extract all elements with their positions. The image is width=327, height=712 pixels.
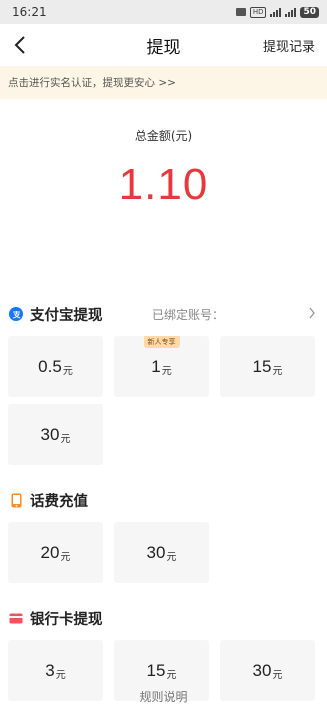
alipay-title: 支付宝提现 (30, 307, 103, 324)
amount-option[interactable]: 0.5 元 (8, 336, 103, 397)
status-bar: 16:21 HD 50 (0, 0, 327, 24)
chevron-left-icon (14, 36, 25, 54)
bank-card-section-header: 银行卡提现 (0, 603, 327, 633)
nav-bar: 提现 提现记录 (0, 24, 327, 66)
alipay-icon (9, 307, 23, 321)
alipay-amount-grid: 0.5 元 新人专享 1元 15 元 30 元 (0, 336, 327, 465)
signal-icon (270, 7, 282, 17)
amount-option[interactable]: 30 元 (8, 404, 103, 465)
amount-value: 3 (45, 660, 55, 680)
alipay-section-header[interactable]: 支付宝提现 已绑定账号： (0, 299, 327, 329)
phone-recharge-title: 话费充值 (30, 493, 88, 510)
back-button[interactable] (8, 33, 32, 57)
signal-icon-2 (285, 7, 297, 17)
amount-option[interactable]: 20 元 (8, 522, 103, 583)
amount-value: 1 (151, 356, 161, 376)
amount-value: 30 (252, 660, 272, 680)
amount-unit: 元 (62, 365, 73, 377)
amount-value: 20 (40, 542, 60, 562)
chevron-right-icon (309, 307, 315, 319)
bank-card-title: 银行卡提现 (30, 611, 103, 628)
amount-option[interactable]: 新人专享 1元 (114, 336, 209, 397)
withdraw-records-link[interactable]: 提现记录 (263, 36, 315, 55)
phone-icon (9, 493, 23, 507)
amount-value: 15 (252, 356, 272, 376)
new-user-badge: 新人专享 (143, 336, 180, 348)
amount-unit: 元 (166, 669, 177, 681)
phone-recharge-section-header: 话费充值 (0, 485, 327, 515)
amount-value: 30 (146, 542, 166, 562)
amount-unit: 元 (166, 551, 177, 563)
rules-link[interactable]: 规则说明 (0, 688, 327, 705)
amount-value: 0.5 (38, 356, 62, 376)
amount-unit: 元 (272, 365, 283, 377)
amount-value: 30 (40, 424, 60, 444)
amount-option[interactable]: 30 元 (114, 522, 209, 583)
phone-amount-grid: 20 元 30 元 (0, 522, 327, 583)
battery-icon: 50 (300, 6, 319, 18)
balance-summary: 总金额(元) 1.10 (0, 99, 327, 299)
hd-icon: HD (249, 6, 267, 18)
amount-unit: 元 (60, 551, 71, 563)
amount-unit: 元 (55, 669, 66, 681)
amount-option[interactable]: 15 元 (220, 336, 315, 397)
total-amount: 1.10 (118, 160, 209, 209)
verify-notice-banner[interactable]: 点击进行实名认证，提现更安心 >> (0, 66, 327, 99)
amount-unit: 元 (272, 669, 283, 681)
total-label: 总金额(元) (134, 129, 193, 143)
amount-value: 15 (146, 660, 166, 680)
amount-unit: 元 (161, 365, 172, 377)
status-time: 16:21 (12, 5, 47, 19)
bank-card-icon (9, 611, 23, 625)
bound-account-label: 已绑定账号： (152, 307, 225, 322)
status-icons: HD 50 (235, 6, 319, 18)
notification-icon (235, 8, 246, 16)
amount-unit: 元 (60, 433, 71, 445)
